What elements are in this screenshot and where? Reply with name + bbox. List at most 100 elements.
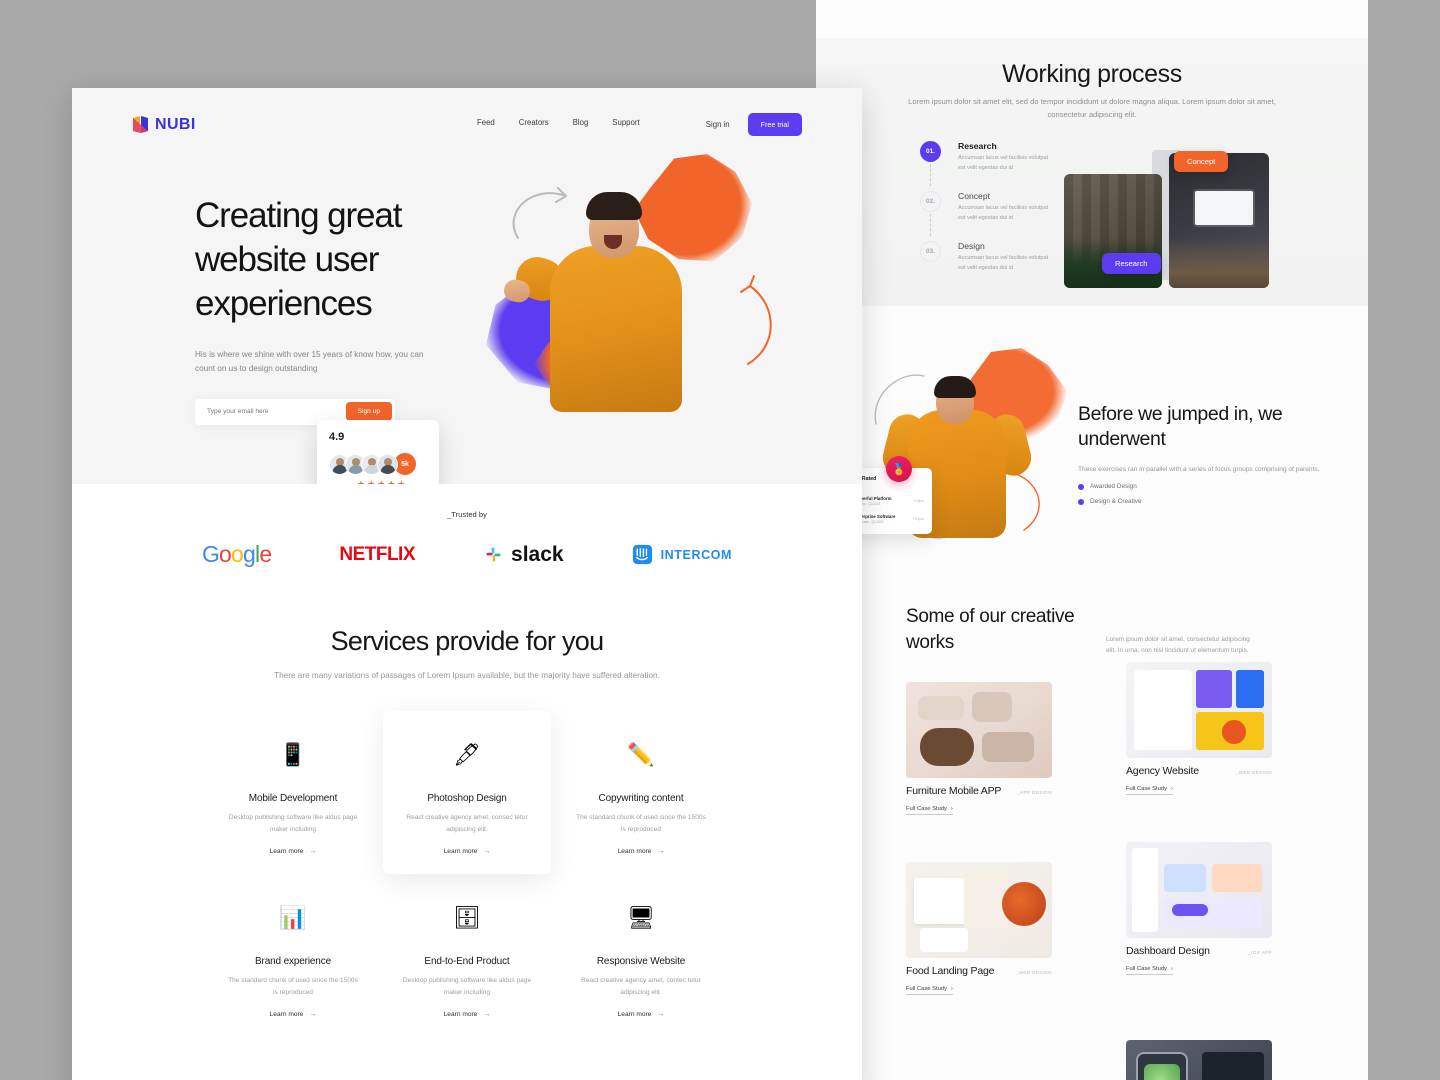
service-title: Brand experience [255, 956, 331, 968]
google-logo: Google [201, 541, 272, 567]
learn-more-label: Learn more [269, 1011, 304, 1019]
process-pill-concept[interactable]: Concept [1174, 151, 1229, 172]
work-card[interactable]: Agency Website _WEB DESIGN Full Case Stu… [1126, 662, 1272, 795]
process-step-name: Design [958, 241, 985, 251]
arrow-right-icon: → [483, 848, 491, 856]
bullet-label: Awarded Design [1090, 483, 1137, 491]
work-case-study-link[interactable]: Full Case Study › [906, 986, 953, 995]
signup-button[interactable]: Sign up [345, 402, 392, 421]
brand-name: NUBI [155, 115, 196, 133]
avatar [377, 453, 398, 475]
bullet-dot-icon [1078, 483, 1084, 490]
hero-section: NUBI Feed Creators Blog Support Sign in … [72, 88, 862, 492]
nubi-logo-icon [132, 115, 149, 134]
netflix-logo: NETFLIX [339, 543, 416, 565]
underwent-copy: Before we jumped in, we underwent These … [1078, 402, 1328, 505]
learn-more-link[interactable]: Learn more → [618, 848, 665, 855]
work-title: Food Landing Page [906, 965, 995, 977]
work-card[interactable]: Food Landing Page _WEB DESIGN Full Case … [906, 862, 1052, 995]
work-case-study-link[interactable]: Full Case Study › [1126, 966, 1173, 975]
learn-more-label: Learn more [443, 848, 478, 856]
learn-more-link[interactable]: Learn more → [270, 848, 317, 855]
process-step[interactable]: 03. Design Accumsan lacus vel facilisis … [920, 241, 1050, 290]
work-case-study-label: Full Case Study [1126, 966, 1167, 972]
process-step-desc: Accumsan lacus vel facilisis volutpat es… [958, 255, 1049, 271]
process-pill-research[interactable]: Research [1102, 253, 1161, 274]
service-desc: React creative agency amet, consec tetur… [406, 814, 528, 833]
learn-more-link[interactable]: Learn more → [270, 1011, 317, 1018]
service-card[interactable]: 🖋 Photoshop Design React creative agency… [383, 711, 551, 875]
service-card-grid: 📱 Mobile Development Desktop publishing … [72, 711, 862, 1037]
work-case-study-link[interactable]: Full Case Study › [906, 806, 953, 815]
process-step[interactable]: 02. Concept Accumsan lacus vel facilisis… [920, 191, 1050, 240]
service-card[interactable]: 📱 Mobile Development Desktop publishing … [209, 711, 377, 874]
intercom-icon [632, 544, 652, 565]
work-case-study-link[interactable]: Full Case Study › [1126, 786, 1173, 795]
work-card[interactable]: Furniture Mobile APP _APP DESIGN Full Ca… [906, 682, 1052, 815]
works-heading: Some of our creative works [906, 606, 1075, 653]
underwent-bullet: Design & Creative [1078, 498, 1328, 505]
learn-more-link[interactable]: Learn more → [618, 1011, 665, 1018]
service-card[interactable]: 🖥 Responsive Website React creative agen… [557, 874, 725, 1037]
work-tag: _APP DESIGN [1017, 790, 1052, 795]
learn-more-label: Learn more [269, 848, 304, 856]
brand-logo[interactable]: NUBI [132, 115, 196, 134]
work-case-study-label: Full Case Study [1126, 786, 1167, 792]
mobile-phone-icon: 📱 [279, 742, 307, 768]
work-title: Agency Website [1126, 765, 1199, 777]
nav-item-support[interactable]: Support [612, 118, 639, 127]
nav-item-creators[interactable]: Creators [519, 118, 549, 127]
bullet-dot-icon [1078, 498, 1084, 505]
process-step-desc: Accumsan lacus vel facilisis volutpat es… [958, 205, 1049, 221]
learn-more-label: Learn more [617, 1011, 652, 1019]
service-card[interactable]: 📊 Brand experience The standard chunk of… [209, 874, 377, 1037]
shopping-bag-icon: 🗄 [453, 905, 481, 931]
medal-icon: 🏅 [886, 456, 912, 482]
email-input[interactable] [198, 408, 346, 415]
client-logos: Google NETFLIX slack INTERCOM [72, 541, 862, 568]
service-card[interactable]: ✏️ Copywriting content The standard chun… [557, 711, 725, 874]
work-thumbnail-agency [1126, 662, 1272, 758]
rating-avatars: 5k [329, 452, 427, 476]
services-heading: Services provide for you [330, 626, 605, 656]
work-thumbnail-dashboard [1126, 842, 1272, 938]
learn-more-link[interactable]: Learn more → [444, 1011, 491, 1018]
work-tag: _WEB DESIGN [1015, 970, 1052, 975]
nav-item-feed[interactable]: Feed [477, 118, 495, 127]
working-process-subtext: Lorem ipsum dolor sit amet elit, sed do … [908, 97, 1276, 119]
slack-wordmark: slack [511, 542, 564, 566]
row-value: +9.1pts [912, 516, 924, 521]
process-step[interactable]: 01. Research Accumsan lacus vel facilisi… [920, 141, 1050, 190]
work-tag: _WEB DESIGN [1235, 770, 1272, 775]
service-card[interactable]: 🗄 End-to-End Product Desktop publishing … [383, 874, 551, 1037]
process-step-number: 02. [920, 191, 941, 212]
arrow-right-icon: → [483, 1011, 491, 1019]
service-title: Photoshop Design [427, 793, 507, 805]
service-desc: The standard chunk of used since the 150… [576, 814, 706, 833]
underwent-bullet: Awarded Design [1078, 483, 1328, 490]
rating-card: 4.9 5k ★★★★★ [317, 420, 439, 492]
work-title: Furniture Mobile APP [906, 785, 1002, 797]
monitor-chart-icon: 🖥 [627, 905, 655, 931]
underwent-heading: Before we jumped in, we underwent [1078, 403, 1283, 450]
service-desc: React creative agency amet, contec tetur… [581, 977, 701, 996]
slack-logo: slack [483, 543, 564, 567]
process-step-name: Concept [958, 191, 991, 201]
bullet-label: Design & Creative [1090, 498, 1142, 506]
service-desc: Desktop publishing software like aldus p… [228, 814, 358, 833]
work-card[interactable]: Dashboard Design _IOS APP Full Case Stud… [1126, 842, 1272, 975]
free-trial-button[interactable]: Free trial [747, 113, 802, 136]
working-process-section: Working process Lorem ipsum dolor sit am… [816, 38, 1368, 306]
nav-item-blog[interactable]: Blog [573, 118, 589, 127]
sign-in-link[interactable]: Sign in [706, 120, 730, 129]
learn-more-link[interactable]: Learn more → [444, 848, 491, 855]
hero-paragraph: His is where we shine with over 15 years… [195, 350, 424, 374]
work-card-partial[interactable] [1126, 1040, 1272, 1080]
process-connector [930, 164, 931, 186]
chevron-right-icon: › [950, 806, 953, 812]
learn-more-label: Learn more [617, 848, 652, 856]
process-step-number: 01. [920, 141, 941, 162]
decorative-arrows-icon [512, 187, 772, 365]
service-title: Copywriting content [598, 793, 684, 805]
services-section: Services provide for you There are many … [72, 626, 862, 1037]
